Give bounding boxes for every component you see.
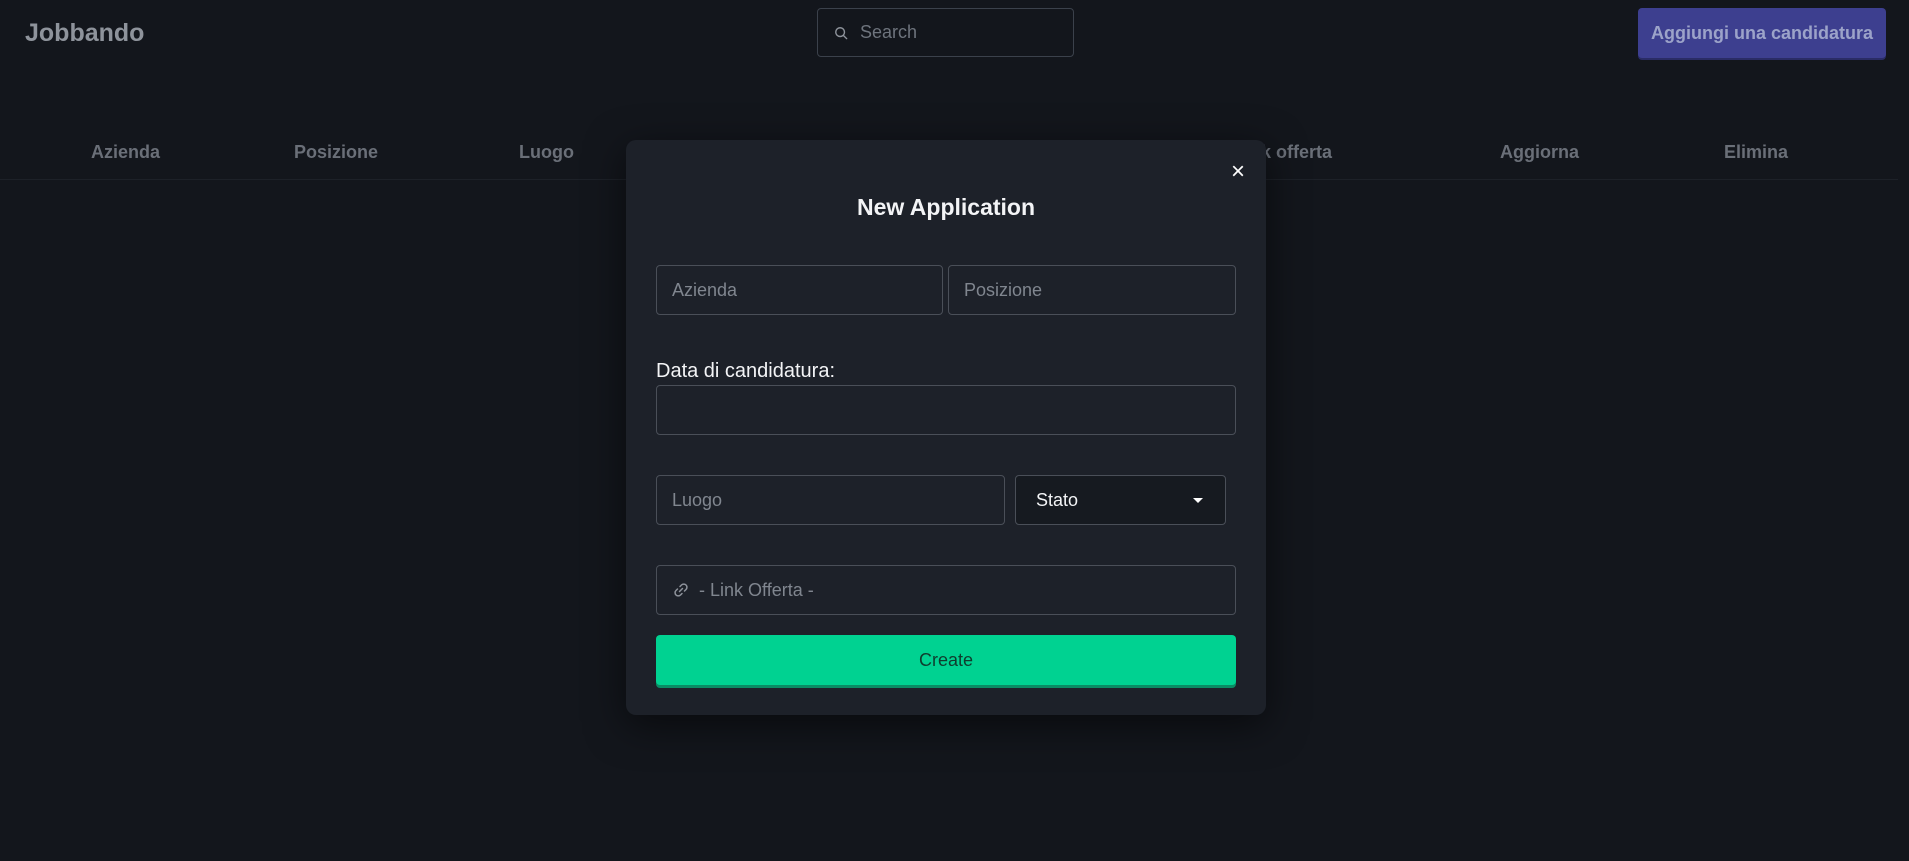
- link-offerta-field[interactable]: [656, 565, 1236, 615]
- page: Jobbando Aggiungi una candidatura Aziend…: [0, 0, 1909, 861]
- column-header-luogo: Luogo: [519, 142, 574, 162]
- stato-selected-value: Stato: [1036, 489, 1079, 510]
- brand-logo[interactable]: Jobbando: [25, 19, 144, 48]
- create-button[interactable]: Create: [656, 635, 1236, 685]
- stato-select[interactable]: Stato: [1015, 475, 1226, 525]
- header: Jobbando Aggiungi una candidatura: [0, 0, 1909, 70]
- column-header-elimina: Elimina: [1724, 142, 1789, 162]
- azienda-input[interactable]: [656, 265, 943, 315]
- caret-down-icon: [1193, 498, 1203, 503]
- column-header-posizione: Posizione: [294, 142, 379, 162]
- posizione-input[interactable]: [948, 265, 1236, 315]
- luogo-input[interactable]: [656, 475, 1005, 525]
- link-icon: [674, 583, 688, 597]
- close-icon[interactable]: ×: [1226, 160, 1250, 184]
- search-icon: [835, 26, 848, 39]
- date-label: Data di candidatura:: [656, 360, 836, 382]
- new-application-modal: × New Application Data di candidatura: S…: [626, 140, 1266, 715]
- column-header-azienda: Azienda: [91, 142, 161, 162]
- link-offerta-input[interactable]: [699, 579, 1219, 601]
- date-input[interactable]: [656, 385, 1236, 435]
- column-header-aggiorna: Aggiorna: [1500, 142, 1579, 162]
- add-application-button[interactable]: Aggiungi una candidatura: [1638, 8, 1886, 58]
- column-header-link-offerta: k offerta: [1261, 142, 1333, 162]
- search-box[interactable]: [817, 8, 1074, 57]
- search-input[interactable]: [860, 22, 1060, 43]
- modal-title: New Application: [856, 194, 1036, 220]
